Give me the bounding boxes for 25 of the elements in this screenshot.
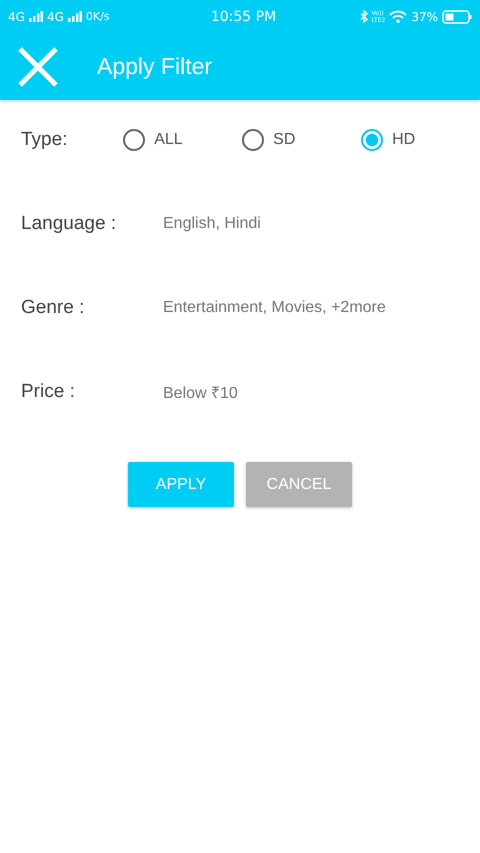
signal-icon	[28, 11, 43, 22]
option-label: ALL	[154, 131, 183, 149]
signal-icon	[68, 11, 82, 22]
field-label: Type:	[21, 129, 68, 151]
network-type: 4G	[8, 10, 25, 24]
option-label: HD	[392, 131, 416, 149]
field-label: Genre :	[21, 297, 86, 319]
close-icon	[16, 44, 60, 88]
field-value[interactable]: English, Hindi	[163, 215, 261, 233]
network-type: 4G	[46, 10, 64, 24]
radio-button[interactable]	[242, 129, 264, 151]
radio-button[interactable]	[123, 129, 146, 151]
field-label: Language :	[21, 213, 118, 235]
battery-percent: 37%	[411, 10, 438, 24]
field-value[interactable]: Below ₹10	[163, 381, 238, 403]
network-speed: 0K/s	[86, 10, 110, 23]
battery-icon	[442, 10, 472, 24]
clock: 10:55 PM	[210, 8, 276, 24]
option-label: SD	[273, 131, 296, 149]
field-label: Price :	[21, 381, 76, 403]
screen-title: Apply Filter	[97, 53, 212, 80]
bluetooth-icon	[360, 10, 368, 23]
radio-button[interactable]	[361, 129, 384, 151]
wifi-icon	[389, 10, 408, 23]
field-value[interactable]: Entertainment, Movies, +2more	[163, 299, 386, 317]
